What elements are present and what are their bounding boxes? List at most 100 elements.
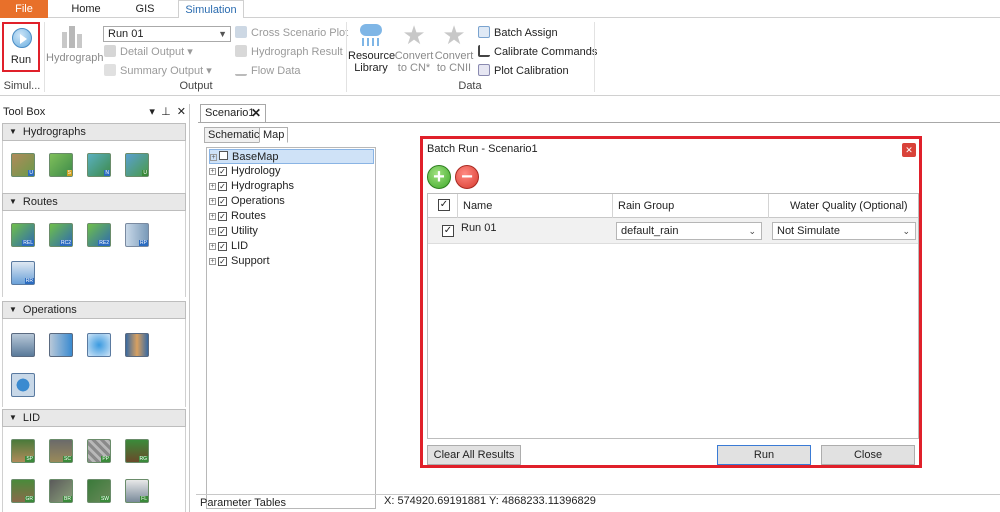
operation-tool-divert[interactable] — [49, 333, 73, 357]
lid-tool-sw[interactable]: SW — [87, 479, 111, 503]
cross-scenario-plot-button[interactable]: Cross Scenario Plot — [235, 26, 348, 40]
dialog-title: Batch Run - Scenario1 — [427, 143, 538, 155]
batch-assign-button[interactable]: Batch Assign — [478, 26, 558, 40]
operation-tool-storage[interactable] — [11, 373, 35, 397]
checkbox[interactable]: ✓ — [218, 212, 227, 221]
table-row[interactable]: ✓ Run 01 default_rain ⌄ Not Simulate ⌄ — [428, 218, 918, 244]
plot-calibration-button[interactable]: Plot Calibration — [478, 64, 569, 78]
hydrograph-tool-u[interactable]: U — [11, 153, 35, 177]
tree-item-support[interactable]: + ✓ Support — [209, 254, 270, 269]
remove-run-button[interactable]: − — [455, 165, 479, 189]
operation-tool-pond[interactable] — [125, 333, 149, 357]
operation-tool-add[interactable] — [11, 333, 35, 357]
expand-icon[interactable]: + — [209, 213, 216, 220]
column-water-quality[interactable]: Water Quality (Optional) — [790, 200, 908, 212]
expand-icon[interactable]: + — [210, 154, 217, 161]
tree-item-operations[interactable]: + ✓ Operations — [209, 194, 285, 209]
section-operations[interactable]: Operations — [2, 301, 186, 319]
checkbox[interactable]: ✓ — [218, 167, 227, 176]
tab-file[interactable]: File — [0, 0, 48, 18]
checkbox[interactable]: ✓ — [218, 182, 227, 191]
resource-library-button[interactable]: Resource Library — [348, 22, 396, 74]
checkbox[interactable]: ✓ — [218, 227, 227, 236]
summary-output-button[interactable]: Summary Output ▾ — [104, 64, 212, 78]
rain-group-value: default_rain — [621, 225, 679, 237]
tab-simulation[interactable]: Simulation — [178, 0, 244, 19]
detail-output-button[interactable]: Detail Output ▾ — [104, 45, 193, 59]
expand-icon[interactable]: + — [209, 168, 216, 175]
route-tool-rc2[interactable]: RC2 — [49, 223, 73, 247]
route-tool-rel[interactable]: REL — [11, 223, 35, 247]
checkbox[interactable] — [219, 151, 228, 160]
convert-cnii-button[interactable]: ★ Convert to CNII — [434, 22, 474, 74]
hydrograph-result-button[interactable]: Hydrograph Result — [235, 45, 343, 59]
close-icon[interactable]: ✕ — [177, 106, 186, 118]
add-run-button[interactable]: + — [427, 165, 451, 189]
tab-gis[interactable]: GIS — [128, 0, 162, 18]
clear-all-results-button[interactable]: Clear All Results — [427, 445, 521, 465]
tab-home[interactable]: Home — [66, 0, 106, 18]
water-quality-select[interactable]: Not Simulate ⌄ — [772, 222, 916, 240]
close-icon[interactable]: ✕ — [902, 143, 916, 157]
tree-item-basemap[interactable]: + BaseMap — [209, 149, 374, 164]
scenario-tab-label: Scenario1 — [205, 107, 255, 119]
toolbox-header: Tool Box ▾ ⊥ ✕ — [0, 104, 189, 120]
lid-tools: SP SC PP RG GR BR SW FL — [2, 427, 186, 512]
hydrograph-tool-u2[interactable]: U — [125, 153, 149, 177]
route-tool-re2[interactable]: RE2 — [87, 223, 111, 247]
resource-library-label: Resource Library — [348, 50, 396, 74]
convert-cn-button[interactable]: ★ Convert to CN* — [394, 22, 434, 74]
row-checkbox[interactable]: ✓ — [442, 225, 454, 237]
lid-tool-sp[interactable]: SP — [11, 439, 35, 463]
rain-group-select[interactable]: default_rain ⌄ — [616, 222, 762, 240]
convert-cn-label: Convert to CN* — [394, 50, 434, 74]
pin-icon[interactable]: ⊥ — [161, 106, 171, 118]
run-button[interactable]: Run — [2, 22, 40, 72]
checkbox[interactable]: ✓ — [218, 242, 227, 251]
lid-tool-rg[interactable]: RG — [125, 439, 149, 463]
hydrograph-tool-s[interactable]: S — [49, 153, 73, 177]
dropdown-icon[interactable]: ▾ — [149, 106, 155, 118]
calibrate-commands-button[interactable]: Calibrate Commands — [478, 45, 597, 59]
lid-tool-br[interactable]: BR — [49, 479, 73, 503]
lid-tool-gr[interactable]: GR — [11, 479, 35, 503]
expand-icon[interactable]: + — [209, 243, 216, 250]
close-dialog-button[interactable]: Close — [821, 445, 915, 465]
hydrograph-tool-n[interactable]: N — [87, 153, 111, 177]
lid-tool-pp[interactable]: PP — [87, 439, 111, 463]
tab-map[interactable]: Map — [259, 127, 289, 143]
section-lid[interactable]: LID — [2, 409, 186, 427]
tree-item-hydrology[interactable]: + ✓ Hydrology — [209, 164, 281, 179]
hydrograph-button[interactable]: Hydrograph — [46, 22, 103, 64]
run-batch-button[interactable]: Run — [717, 445, 811, 465]
run-select[interactable]: Run 01 ▼ — [103, 26, 231, 42]
lid-tool-sc[interactable]: SC — [49, 439, 73, 463]
expand-icon[interactable]: + — [209, 228, 216, 235]
route-tool-rp[interactable]: RP — [125, 223, 149, 247]
grid-header: ✓ Name Rain Group Water Quality (Optiona… — [428, 194, 918, 218]
checkbox[interactable]: ✓ — [218, 257, 227, 266]
tab-scenario1[interactable]: Scenario1 ✕ — [200, 104, 266, 123]
convert-cnii-label: Convert to CNII — [434, 50, 474, 74]
section-routes[interactable]: Routes — [2, 193, 186, 211]
chevron-down-icon: ⌄ — [748, 226, 756, 236]
tab-schematic[interactable]: Schematic — [204, 127, 264, 143]
parameter-tables-panel[interactable]: Parameter Tables — [196, 494, 1000, 512]
route-tool-rr[interactable]: RR — [11, 261, 35, 285]
column-rain-group[interactable]: Rain Group — [618, 200, 674, 212]
expand-icon[interactable]: + — [209, 258, 216, 265]
lid-tool-fl[interactable]: FL — [125, 479, 149, 503]
tree-item-lid[interactable]: + ✓ LID — [209, 239, 248, 254]
expand-icon[interactable]: + — [209, 198, 216, 205]
flow-data-button[interactable]: Flow Data — [235, 64, 301, 78]
tree-item-routes[interactable]: + ✓ Routes — [209, 209, 266, 224]
expand-icon[interactable]: + — [209, 183, 216, 190]
checkbox[interactable]: ✓ — [218, 197, 227, 206]
section-hydrographs[interactable]: Hydrographs — [2, 123, 186, 141]
select-all-checkbox[interactable]: ✓ — [438, 199, 450, 211]
tree-item-utility[interactable]: + ✓ Utility — [209, 224, 258, 239]
tree-item-hydrographs[interactable]: + ✓ Hydrographs — [209, 179, 294, 194]
operation-tool-split[interactable] — [87, 333, 111, 357]
close-icon[interactable]: ✕ — [251, 105, 261, 122]
column-name[interactable]: Name — [463, 200, 492, 212]
